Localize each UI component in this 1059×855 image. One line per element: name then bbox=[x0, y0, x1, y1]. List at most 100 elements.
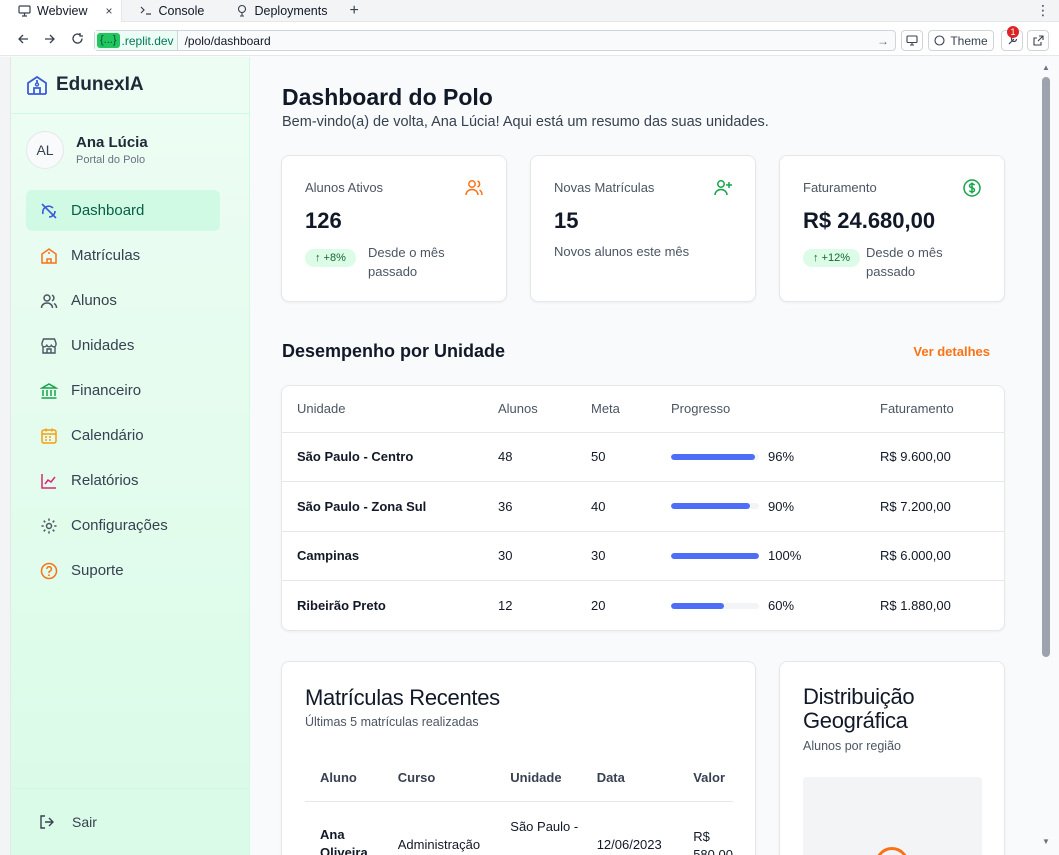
section-title-desempenho: Desempenho por Unidade bbox=[282, 341, 506, 361]
progress-label: 90% bbox=[768, 498, 795, 514]
tab-deployments[interactable]: Deployments bbox=[218, 0, 336, 22]
cell-progress: 60% bbox=[656, 581, 865, 631]
cell-students: 48 bbox=[483, 432, 576, 482]
logout-label: Sair bbox=[72, 814, 97, 830]
avatar: AL bbox=[26, 131, 64, 169]
tab-label: Console bbox=[158, 3, 205, 18]
progress-bar bbox=[671, 453, 759, 460]
recent-enrollments-card: Matrículas Recentes Últimas 5 matrículas… bbox=[281, 661, 756, 855]
sidebar-item-matriculas[interactable]: Matrículas bbox=[26, 235, 220, 276]
geo-chart-placeholder bbox=[803, 777, 982, 855]
sidebar-item-label: Unidades bbox=[71, 337, 135, 354]
stat-value: R$ 24.680,00 bbox=[803, 208, 936, 233]
stat-label: Novas Matrículas bbox=[554, 180, 655, 195]
sidebar-item-dashboard[interactable]: Dashboard bbox=[26, 190, 220, 231]
progress-bar bbox=[671, 503, 759, 510]
sidebar-item-relatorios[interactable]: Relatórios bbox=[26, 460, 220, 501]
table-row[interactable]: Ribeirão Preto 12 20 60% R$ 1.880,00 bbox=[282, 581, 1004, 631]
more-vertical-icon[interactable]: ⋮ bbox=[1036, 2, 1050, 19]
table-row[interactable]: Ana Oliveira Administração São Paulo - 1… bbox=[305, 801, 733, 855]
screen-icon bbox=[906, 35, 918, 46]
cell-unit: São Paulo - Zona Sul bbox=[282, 481, 483, 532]
dashboard-icon bbox=[39, 201, 59, 221]
scrollbar-thumb[interactable] bbox=[1042, 77, 1050, 657]
sidebar: EdunexIA AL Ana Lúcia Portal do Polo Das… bbox=[11, 57, 250, 855]
page-scrollbar[interactable]: ▲ ▼ bbox=[1038, 57, 1059, 855]
table-row[interactable]: São Paulo - Centro 48 50 96% R$ 9.600,00 bbox=[282, 432, 1004, 482]
card-subtitle: Últimas 5 matrículas realizadas bbox=[305, 715, 479, 729]
page-title: Dashboard do Polo bbox=[282, 84, 493, 110]
tab-label: Deployments bbox=[254, 3, 328, 18]
sidebar-item-financeiro[interactable]: Financeiro bbox=[26, 370, 220, 411]
devices-button[interactable] bbox=[901, 30, 923, 51]
column-header[interactable]: Unidade bbox=[282, 386, 483, 433]
column-header[interactable]: Alunos bbox=[483, 386, 576, 433]
sidebar-item-alunos[interactable]: Alunos bbox=[26, 280, 220, 321]
sidebar-item-unidades[interactable]: Unidades bbox=[26, 325, 220, 366]
terminal-icon bbox=[139, 4, 153, 18]
user-name: Ana Lúcia bbox=[76, 134, 148, 151]
sidebar-item-suporte[interactable]: Suporte bbox=[26, 550, 220, 591]
logout-icon bbox=[40, 815, 54, 829]
cell-revenue: R$ 7.200,00 bbox=[865, 481, 1004, 532]
open-external-button[interactable] bbox=[1027, 30, 1049, 51]
sidebar-item-label: Matrículas bbox=[71, 247, 141, 264]
column-header[interactable]: Data bbox=[581, 755, 679, 802]
theme-button[interactable]: Theme bbox=[928, 30, 994, 51]
new-tab-button[interactable]: + bbox=[349, 2, 358, 20]
column-header[interactable]: Curso bbox=[382, 755, 496, 802]
trend-note: Desde o mês passado bbox=[368, 245, 445, 279]
back-icon[interactable] bbox=[14, 30, 32, 48]
column-header[interactable]: Faturamento bbox=[865, 386, 1004, 433]
url-field[interactable]: {...} .replit.dev /polo/dashboard → bbox=[94, 30, 896, 51]
sidebar-item-label: Suporte bbox=[71, 562, 124, 579]
gear-icon bbox=[39, 516, 59, 536]
brand[interactable]: EdunexIA bbox=[11, 57, 249, 114]
tab-console[interactable]: Console bbox=[122, 0, 218, 22]
sidebar-item-configuracoes[interactable]: Configurações bbox=[26, 505, 220, 546]
loading-spinner-icon bbox=[867, 839, 917, 855]
stat-note: Novos alunos este mês bbox=[554, 244, 690, 259]
column-header[interactable]: Valor bbox=[678, 755, 733, 802]
cell-unit: São Paulo - Centro bbox=[282, 432, 483, 482]
trend-note: Desde o mês passado bbox=[866, 245, 943, 279]
geo-distribution-card: Distribuição Geográfica Alunos por regiã… bbox=[779, 661, 1005, 855]
progress: 96% bbox=[671, 449, 865, 464]
go-arrow-icon[interactable]: → bbox=[877, 34, 889, 48]
recent-enrollments-table: Aluno Curso Unidade Data Valor Ana Olive… bbox=[305, 755, 733, 855]
close-icon[interactable]: × bbox=[105, 4, 112, 18]
external-link-icon bbox=[1032, 35, 1044, 46]
sidebar-nav: Dashboard Matrículas Alunos Unidades Fin… bbox=[11, 186, 249, 591]
deployments-icon bbox=[235, 4, 249, 18]
help-icon bbox=[39, 561, 59, 581]
view-details-link[interactable]: Ver detalhes bbox=[913, 344, 990, 359]
cell-revenue: R$ 1.880,00 bbox=[880, 598, 951, 613]
reload-icon[interactable] bbox=[68, 30, 86, 48]
cell-students: 12 bbox=[498, 598, 513, 613]
table-row[interactable]: Campinas 30 30 100% R$ 6.000,00 bbox=[282, 531, 1004, 581]
tab-webview[interactable]: Webview × bbox=[0, 0, 122, 22]
progress-label: 96% bbox=[768, 449, 795, 465]
cell-revenue: R$ 6.000,00 bbox=[865, 531, 1004, 581]
progress-bar-fill bbox=[671, 552, 759, 559]
logout-button[interactable]: Sair bbox=[11, 788, 249, 855]
users-icon bbox=[39, 291, 59, 311]
url-path: /polo/dashboard bbox=[184, 33, 271, 48]
column-header[interactable]: Unidade bbox=[495, 755, 582, 802]
scroll-down-icon[interactable]: ▼ bbox=[1042, 837, 1050, 846]
table-row[interactable]: São Paulo - Zona Sul 36 40 90% R$ 7.200,00 bbox=[282, 481, 1004, 532]
column-header[interactable]: Meta bbox=[576, 386, 656, 433]
left-resize-handle[interactable] bbox=[0, 57, 11, 855]
card-title: Matrículas Recentes bbox=[305, 685, 500, 710]
forward-icon[interactable] bbox=[41, 30, 59, 48]
bank-icon bbox=[39, 381, 59, 401]
column-header[interactable]: Aluno bbox=[305, 755, 383, 802]
sidebar-item-calendario[interactable]: Calendário bbox=[26, 415, 220, 456]
column-header[interactable]: Progresso bbox=[656, 386, 865, 433]
tab-label: Webview bbox=[37, 3, 88, 18]
progress-label: 60% bbox=[768, 598, 795, 613]
devtools-button[interactable]: 1 bbox=[1001, 26, 1023, 51]
user-profile[interactable]: AL Ana Lúcia Portal do Polo bbox=[11, 114, 249, 186]
progress-bar bbox=[671, 552, 759, 559]
scroll-up-icon[interactable]: ▲ bbox=[1042, 63, 1050, 72]
